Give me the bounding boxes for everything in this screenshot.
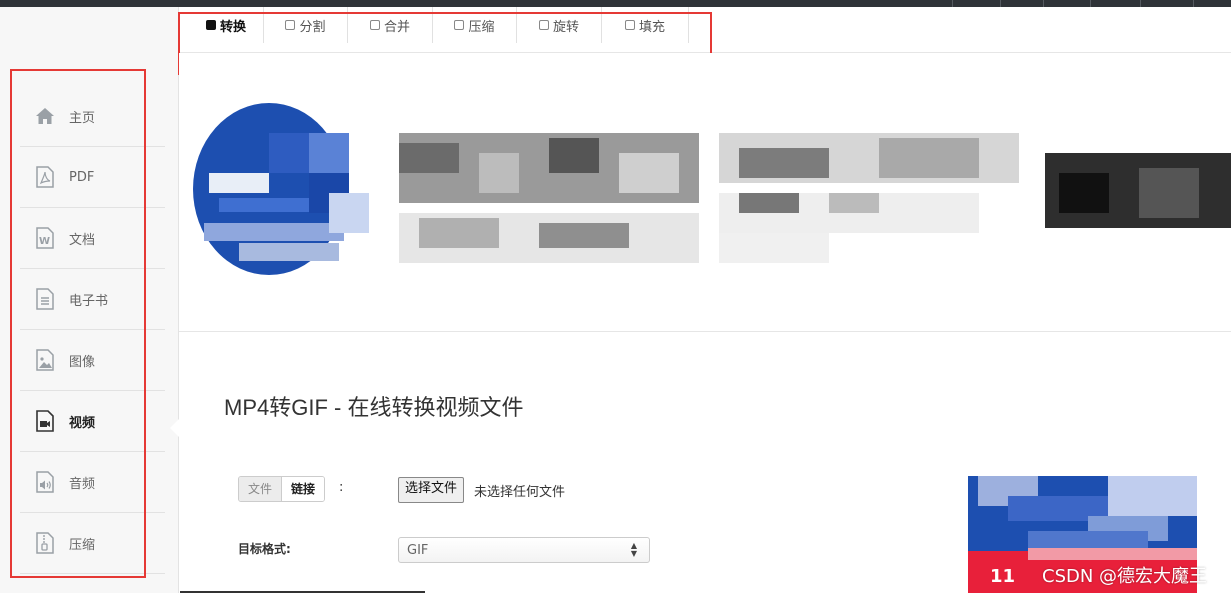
top-bar — [0, 0, 1231, 7]
select-arrows-icon: ▲ ▼ — [630, 541, 637, 558]
choose-file-button[interactable]: 选择文件 — [398, 477, 465, 503]
watermark: CSDN @德宏大魔王 — [1042, 566, 1208, 587]
source-colon: : — [339, 480, 344, 495]
file-status-text: 未选择任何文件 — [474, 485, 566, 500]
sidebar-highlight-box — [10, 69, 146, 578]
target-format-select[interactable]: GIF ▲ ▼ — [398, 537, 650, 563]
banner-ad[interactable] — [179, 53, 1231, 332]
source-link-option[interactable]: 链接 — [281, 477, 325, 501]
source-file-option[interactable]: 文件 — [239, 477, 282, 501]
target-format-label: 目标格式: — [238, 542, 291, 556]
pixelated-banner-image — [193, 103, 1231, 275]
target-format-value: GIF — [407, 543, 429, 558]
active-item-pointer — [170, 419, 179, 437]
ad-number: 11 — [990, 566, 1015, 587]
page-title: MP4转GIF - 在线转换视频文件 — [224, 395, 524, 420]
source-toggle: 文件 链接 — [238, 476, 326, 502]
